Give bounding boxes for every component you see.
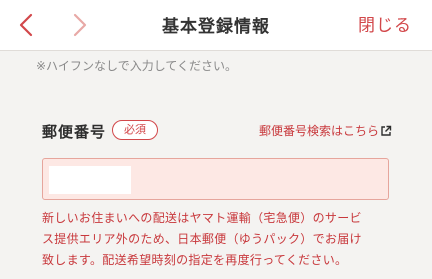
postal-code-label: 郵便番号 (42, 123, 107, 141)
error-line-2: ス提供エリア外のため、日本郵便（ゆうパック）でお届け (42, 232, 362, 246)
external-link-icon[interactable] (380, 125, 392, 137)
header-bar: 基本登録情報 閉じる (0, 0, 432, 51)
postal-code-search-link[interactable]: 郵便番号検索はこちら (259, 122, 392, 139)
postal-code-input[interactable] (42, 158, 389, 200)
postal-code-value[interactable] (49, 166, 131, 194)
input-hint: ※ハイフンなしで入力してください。 (36, 59, 237, 73)
required-badge: 必須 (112, 120, 158, 140)
postal-code-label-row: 郵便番号 必須 郵便番号検索はこちら (42, 120, 392, 142)
error-line-3: 致します。配送希望時刻の指定を再度行ってください。 (42, 253, 348, 267)
close-button[interactable]: 閉じる (358, 11, 412, 36)
error-line-1: 新しいお住まいへの配送はヤマト運輸（宅急便）のサービ (42, 211, 362, 225)
postal-code-error-message: 新しいお住まいへの配送はヤマト運輸（宅急便）のサービ ス提供エリア外のため、日本… (42, 208, 394, 271)
postal-code-search-link-label[interactable]: 郵便番号検索はこちら (259, 122, 379, 139)
